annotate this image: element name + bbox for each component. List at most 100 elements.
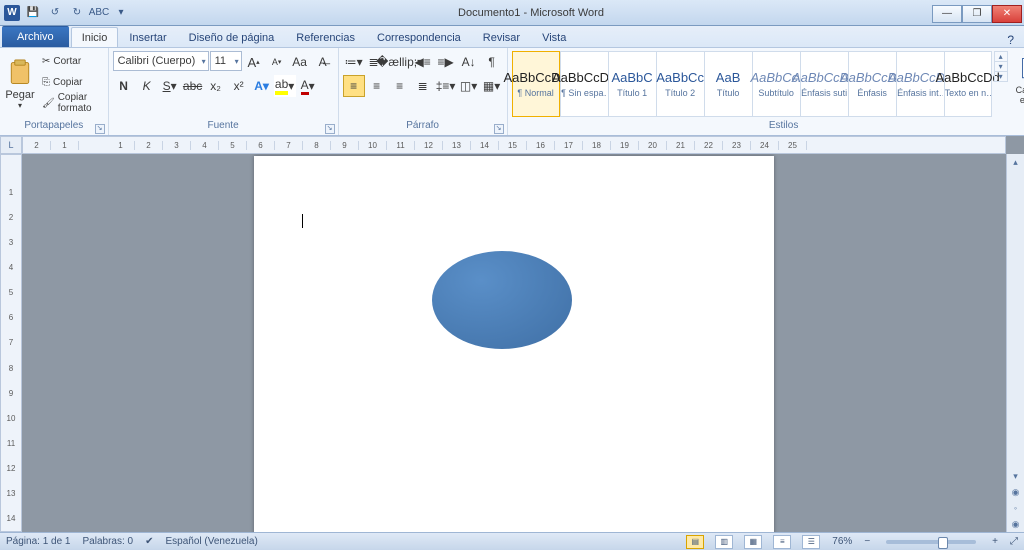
style-t-tulo-1[interactable]: AaBbCTítulo 1	[608, 51, 656, 117]
minimize-button[interactable]: —	[932, 5, 962, 23]
bullets-button[interactable]: ≔▾	[343, 51, 365, 73]
window-title: Documento1 - Microsoft Word	[130, 7, 932, 19]
scroll-down[interactable]: ▾	[1007, 468, 1024, 484]
format-painter-button[interactable]: 🖌 Copiar formato	[38, 93, 104, 113]
view-web[interactable]: ▦	[744, 535, 762, 549]
scissors-icon: ✂	[42, 56, 50, 67]
styles-gallery[interactable]: AaBbCcDd¶ NormalAaBbCcDd¶ Sin espa…AaBbC…	[512, 51, 992, 117]
text-cursor	[302, 214, 303, 228]
page[interactable]	[254, 156, 774, 532]
shading-button[interactable]: ◫▾	[458, 75, 480, 97]
document-area[interactable]	[22, 154, 1006, 532]
style-texto-en-n-[interactable]: AaBbCcDdTexto en n…	[944, 51, 992, 117]
cut-button[interactable]: ✂ Cortar	[38, 51, 104, 71]
justify-button[interactable]: ≣	[412, 75, 434, 97]
style-t-tulo[interactable]: AaBTítulo	[704, 51, 752, 117]
show-marks-button[interactable]: ¶	[481, 51, 503, 73]
font-size-combo[interactable]: 11	[210, 51, 242, 71]
horizontal-ruler[interactable]: 2112345678910111213141516171819202122232…	[22, 136, 1006, 154]
qat-more[interactable]: ▾	[112, 4, 130, 22]
group-paragraph: ≔▾ ≣▾ �ællip;▾ ◀≡ ≡▶ A↓ ¶ ≡ ≡ ≡ ≣ ‡≡▾ ◫▾…	[339, 48, 508, 135]
change-case-button[interactable]: Aa	[289, 51, 311, 73]
italic-button[interactable]: K	[136, 75, 158, 97]
qat-save[interactable]: 💾	[24, 4, 42, 22]
view-print[interactable]: ▤	[686, 535, 704, 549]
view-outline[interactable]: ≡	[773, 535, 791, 549]
paste-button[interactable]: Pegar ▾	[4, 51, 36, 117]
status-page[interactable]: Página: 1 de 1	[6, 536, 71, 547]
gallery-down[interactable]: ▾	[995, 62, 1007, 72]
superscript-button[interactable]: x²	[228, 75, 250, 97]
view-draft[interactable]: ☰	[802, 535, 820, 549]
align-left-button[interactable]: ≡	[343, 75, 365, 97]
tab-file[interactable]: Archivo	[2, 26, 69, 47]
copy-button[interactable]: ⎘ Copiar	[38, 72, 104, 92]
shape-oval[interactable]	[432, 251, 572, 349]
paste-icon	[5, 59, 35, 87]
tab-vista[interactable]: Vista	[531, 27, 577, 47]
indent-button[interactable]: ≡▶	[435, 51, 457, 73]
font-launcher[interactable]: ↘	[325, 124, 335, 134]
outdent-button[interactable]: ◀≡	[412, 51, 434, 73]
font-name-combo[interactable]: Calibri (Cuerpo)	[113, 51, 209, 71]
paragraph-launcher[interactable]: ↘	[494, 124, 504, 134]
zoom-level[interactable]: 76%	[832, 536, 852, 547]
vertical-scrollbar[interactable]: ▴ ▾ ◉ ◦ ◉	[1006, 154, 1024, 532]
qat-redo[interactable]: ↻	[68, 4, 86, 22]
paste-label: Pegar	[5, 89, 34, 101]
tab-diseno[interactable]: Diseño de página	[178, 27, 286, 47]
zoom-out[interactable]: −	[864, 536, 870, 547]
highlight-button[interactable]: ab▾	[274, 75, 296, 97]
qat-undo[interactable]: ↺	[46, 4, 64, 22]
multilevel-button[interactable]: �ællip;▾	[389, 51, 411, 73]
line-spacing-button[interactable]: ‡≡▾	[435, 75, 457, 97]
clipboard-launcher[interactable]: ↘	[95, 124, 105, 134]
ruler-corner[interactable]: L	[0, 136, 22, 154]
vertical-ruler[interactable]: 1234567891011121314	[0, 154, 22, 532]
shrink-font-button[interactable]: A▾	[266, 51, 288, 73]
close-button[interactable]: ✕	[992, 5, 1022, 23]
style--sin-espa-[interactable]: AaBbCcDd¶ Sin espa…	[560, 51, 608, 117]
subscript-button[interactable]: x₂	[205, 75, 227, 97]
bold-button[interactable]: N	[113, 75, 135, 97]
browse-object[interactable]: ◦	[1007, 500, 1024, 516]
status-language[interactable]: Español (Venezuela)	[165, 536, 257, 547]
align-right-button[interactable]: ≡	[389, 75, 411, 97]
strike-button[interactable]: abc	[182, 75, 204, 97]
align-center-button[interactable]: ≡	[366, 75, 388, 97]
copy-icon: ⎘	[42, 77, 50, 88]
tab-inicio[interactable]: Inicio	[71, 27, 119, 47]
style-t-tulo-2[interactable]: AaBbCcTítulo 2	[656, 51, 704, 117]
text-effects-button[interactable]: A▾	[251, 75, 273, 97]
grow-font-button[interactable]: A▴	[243, 51, 265, 73]
word-icon: W	[4, 5, 20, 21]
styles-gallery-scroll[interactable]: ▴ ▾ ▾	[994, 51, 1008, 82]
borders-button[interactable]: ▦▾	[481, 75, 503, 97]
tab-referencias[interactable]: Referencias	[285, 27, 366, 47]
next-page[interactable]: ◉	[1007, 516, 1024, 532]
brush-icon: 🖌	[42, 98, 55, 109]
scroll-up[interactable]: ▴	[1007, 154, 1024, 170]
clear-format-button[interactable]: A̶	[312, 51, 334, 73]
zoom-in[interactable]: +	[992, 536, 998, 547]
change-styles-button[interactable]: A Cambiar estilos ▾	[1010, 51, 1024, 117]
qat-spell[interactable]: ABC	[90, 4, 108, 22]
status-proofing-icon[interactable]: ✔	[145, 536, 153, 547]
font-color-button[interactable]: A▾	[297, 75, 319, 97]
help-icon[interactable]: ?	[997, 33, 1024, 47]
title-bar: W 💾 ↺ ↻ ABC ▾ Documento1 - Microsoft Wor…	[0, 0, 1024, 26]
view-reading[interactable]: ▥	[715, 535, 733, 549]
tab-revisar[interactable]: Revisar	[472, 27, 531, 47]
gallery-up[interactable]: ▴	[995, 52, 1007, 62]
group-clipboard-label: Portapapeles	[24, 120, 83, 131]
underline-button[interactable]: S▾	[159, 75, 181, 97]
gallery-more[interactable]: ▾	[995, 72, 1007, 81]
tab-correspondencia[interactable]: Correspondencia	[366, 27, 472, 47]
maximize-button[interactable]: ❐	[962, 5, 992, 23]
tab-insertar[interactable]: Insertar	[118, 27, 177, 47]
zoom-slider[interactable]	[886, 540, 976, 544]
status-words[interactable]: Palabras: 0	[83, 536, 134, 547]
sort-button[interactable]: A↓	[458, 51, 480, 73]
prev-page[interactable]: ◉	[1007, 484, 1024, 500]
zoom-fit[interactable]: ⤢	[1010, 536, 1018, 547]
